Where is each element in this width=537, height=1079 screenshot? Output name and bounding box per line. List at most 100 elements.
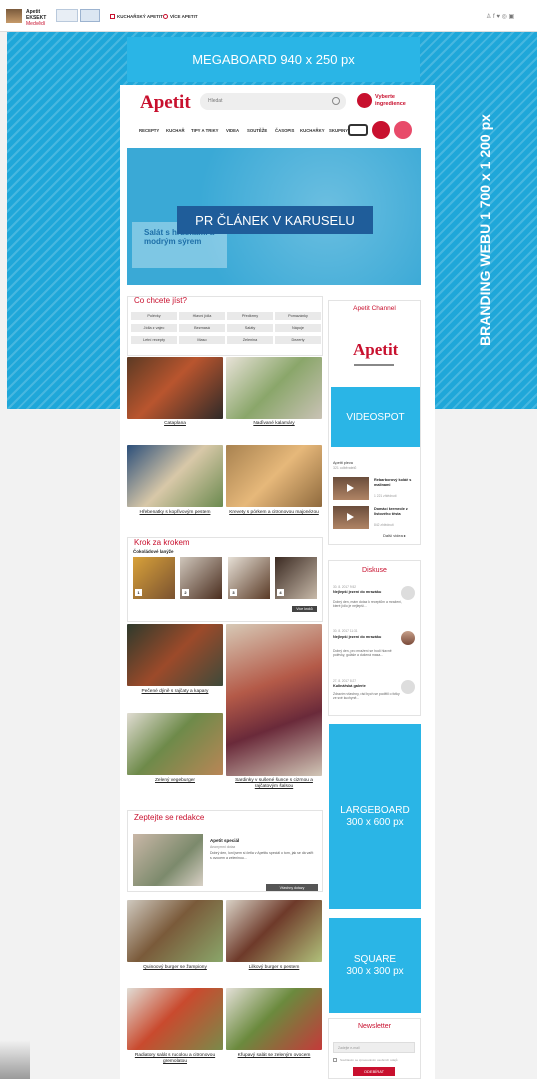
recipe-caption[interactable]: Radiatory salát s rucolou a citronovou g…	[127, 1053, 223, 1065]
book-icon	[110, 14, 115, 19]
category-chip[interactable]: Předkrmy	[227, 312, 273, 320]
promo-thumbnail[interactable]	[80, 9, 100, 22]
brand-title[interactable]: Apetit EKSEKT Medvĕdí	[26, 9, 54, 27]
heart-icon	[163, 14, 168, 19]
nav-item-kucharky[interactable]: KUCHAŘKY	[300, 128, 325, 133]
avatar[interactable]	[401, 586, 415, 600]
comment-heading[interactable]: Nejlepší jezení do mrazáku	[333, 590, 381, 594]
recipe-caption[interactable]: Křupavý salát se zeleným ovocem	[226, 1053, 322, 1059]
social-icons[interactable]: ♙ f ♥ ◎ ▣	[486, 13, 514, 20]
category-chip[interactable]: Jídla z vajec	[131, 324, 177, 332]
nav-item-skupiny[interactable]: SKUPINY	[329, 128, 348, 133]
pr-article-label[interactable]: PR ČLÁNEK V KARUSELU	[177, 206, 373, 234]
chef-badge[interactable]	[348, 124, 368, 136]
recipe-photo[interactable]	[127, 624, 223, 686]
more-steps-button[interactable]: Více kroků	[292, 606, 317, 612]
recipe-caption[interactable]: Quinoový burger se žampiony	[127, 965, 223, 971]
search-icon[interactable]	[332, 97, 340, 105]
step-photo[interactable]: 1	[133, 557, 175, 599]
recipe-caption[interactable]: Lilkový burger s pestem	[226, 965, 322, 971]
category-chip[interactable]: Maso	[179, 336, 225, 344]
recipe-photo[interactable]	[127, 900, 223, 962]
recipe-photo[interactable]	[226, 445, 322, 507]
recipe-photo[interactable]	[127, 445, 223, 507]
carousel-dots[interactable]	[251, 277, 299, 290]
channel-logo[interactable]: Apetit	[353, 340, 398, 360]
video-thumbnail[interactable]	[333, 477, 369, 500]
ask-editors-heading[interactable]: Apetit speciál	[210, 838, 239, 843]
recipe-caption[interactable]: Naďivané kalamáry	[226, 421, 322, 427]
category-chip[interactable]: Bezmasá	[179, 324, 225, 332]
avatar[interactable]	[401, 680, 415, 694]
recipe-caption[interactable]: Sardinky v sušené šunce s cizrnou a rajč…	[226, 778, 322, 790]
recipe-caption[interactable]: Cataplana	[127, 421, 223, 427]
comment-text: Dobrý den, mám dotaz k receptům a mražen…	[333, 600, 402, 609]
nav-item-videa[interactable]: VIDEA	[226, 128, 239, 133]
recipe-caption[interactable]: Zelený vegeburger	[127, 778, 223, 784]
comment-meta: 30. 8. 2017 11:31	[333, 629, 358, 633]
recipe-photo[interactable]	[127, 357, 223, 419]
step-photo[interactable]: 3	[228, 557, 270, 599]
ingredients-link[interactable]: Vyberte ingredience	[375, 94, 423, 108]
category-chip[interactable]: Zelenina	[227, 336, 273, 344]
nav-item-casopis[interactable]: ČASOPIS	[275, 128, 294, 133]
channel-logo-underline	[354, 364, 394, 366]
recipe-photo[interactable]	[127, 988, 223, 1050]
recipe-caption[interactable]: Pečené dýně s rajčaty a kapary	[127, 689, 223, 695]
brand-thumbnail[interactable]	[6, 9, 22, 23]
ask-editors-photo[interactable]	[133, 834, 203, 886]
subscribe-button[interactable]: ODEBÍRAT	[353, 1067, 395, 1076]
nav-more-link[interactable]: VÍCE APETIT	[170, 14, 198, 19]
all-questions-button[interactable]: Všechny dotazy	[266, 884, 318, 891]
comment-text: Zdravím všechny, rád bych se podělil o f…	[333, 692, 400, 701]
category-chip[interactable]: Polévky	[131, 312, 177, 320]
ingredients-icon[interactable]	[357, 93, 372, 108]
nav-item-kuchar[interactable]: KUCHAŘ	[166, 128, 185, 133]
largeboard-ad[interactable]: LARGEBOARD 300 x 600 px	[329, 724, 421, 909]
step-photo[interactable]: 4	[275, 557, 317, 599]
step-by-step-subtitle[interactable]: Čokoládové lanýže	[133, 549, 174, 554]
nav-recipes-link[interactable]: KUCHAŘSKÝ APETIT	[117, 14, 163, 19]
step-photo[interactable]: 2	[180, 557, 222, 599]
megaboard-ad[interactable]: MEGABOARD 940 x 250 px	[127, 37, 420, 82]
play-icon	[347, 513, 354, 521]
video-thumbnail[interactable]	[333, 506, 369, 529]
promo-badge[interactable]	[394, 121, 412, 139]
category-chip[interactable]: Letní recepty	[131, 336, 177, 344]
recipe-photo[interactable]	[226, 988, 322, 1050]
videospot-ad[interactable]: VIDEOSPOT	[331, 387, 420, 447]
promo-badge[interactable]	[372, 121, 390, 139]
recipe-photo[interactable]	[127, 713, 223, 775]
category-chip[interactable]: Hlavní jídla	[179, 312, 225, 320]
video-title[interactable]: Rebarborový koláč s malinami	[374, 478, 419, 488]
carousel[interactable]: Salát s hruškami a modrým sýrem PR ČLÁNE…	[127, 148, 421, 290]
ask-editors-title: Zeptejte se redakce	[134, 813, 205, 822]
promo-thumbnail[interactable]	[56, 9, 78, 22]
category-chip[interactable]: Pomazánky	[275, 312, 321, 320]
nav-item-recepty[interactable]: RECEPTY	[139, 128, 159, 133]
square-ad[interactable]: SQUARE 300 x 300 px	[329, 918, 421, 1013]
recipe-caption[interactable]: Hřebenatky s kopřivovým pestem	[127, 510, 223, 516]
nav-item-tipy[interactable]: TIPY A TRIKY	[191, 128, 219, 133]
recipe-photo[interactable]	[226, 900, 322, 962]
recipe-photo[interactable]	[226, 624, 322, 776]
category-chip[interactable]: Nápoje	[275, 324, 321, 332]
recipe-photo[interactable]	[226, 357, 322, 419]
ask-editors-text: Dobrý den, loni jsem si četla v Apetitu …	[210, 851, 314, 860]
comment-heading[interactable]: Nejlepší jezení do mrazáku	[333, 635, 381, 639]
more-videos-link[interactable]: Další videa ▸	[383, 533, 406, 538]
recipe-caption[interactable]: Krevety s pórkem a citronovou majonézou	[226, 510, 322, 516]
comment-heading[interactable]: Kulinářská galerie	[333, 684, 366, 688]
category-chip[interactable]: Dezerty	[275, 336, 321, 344]
newsletter-email-input[interactable]: Zadejte e-mail	[333, 1042, 415, 1053]
search-placeholder: Hledat	[208, 98, 223, 104]
video-title[interactable]: Domácí kremrole z listového těsta	[374, 507, 419, 517]
channel-subtitle[interactable]: Apetit pleva	[333, 461, 353, 465]
frame-shadow	[0, 1040, 30, 1079]
search-input[interactable]: Hledat	[200, 93, 346, 110]
site-logo[interactable]: Apetit	[140, 92, 191, 114]
avatar[interactable]	[401, 631, 415, 645]
category-chip[interactable]: Saláty	[227, 324, 273, 332]
nav-item-souteze[interactable]: SOUTĚŽE	[247, 128, 267, 133]
consent-checkbox[interactable]	[333, 1058, 337, 1062]
